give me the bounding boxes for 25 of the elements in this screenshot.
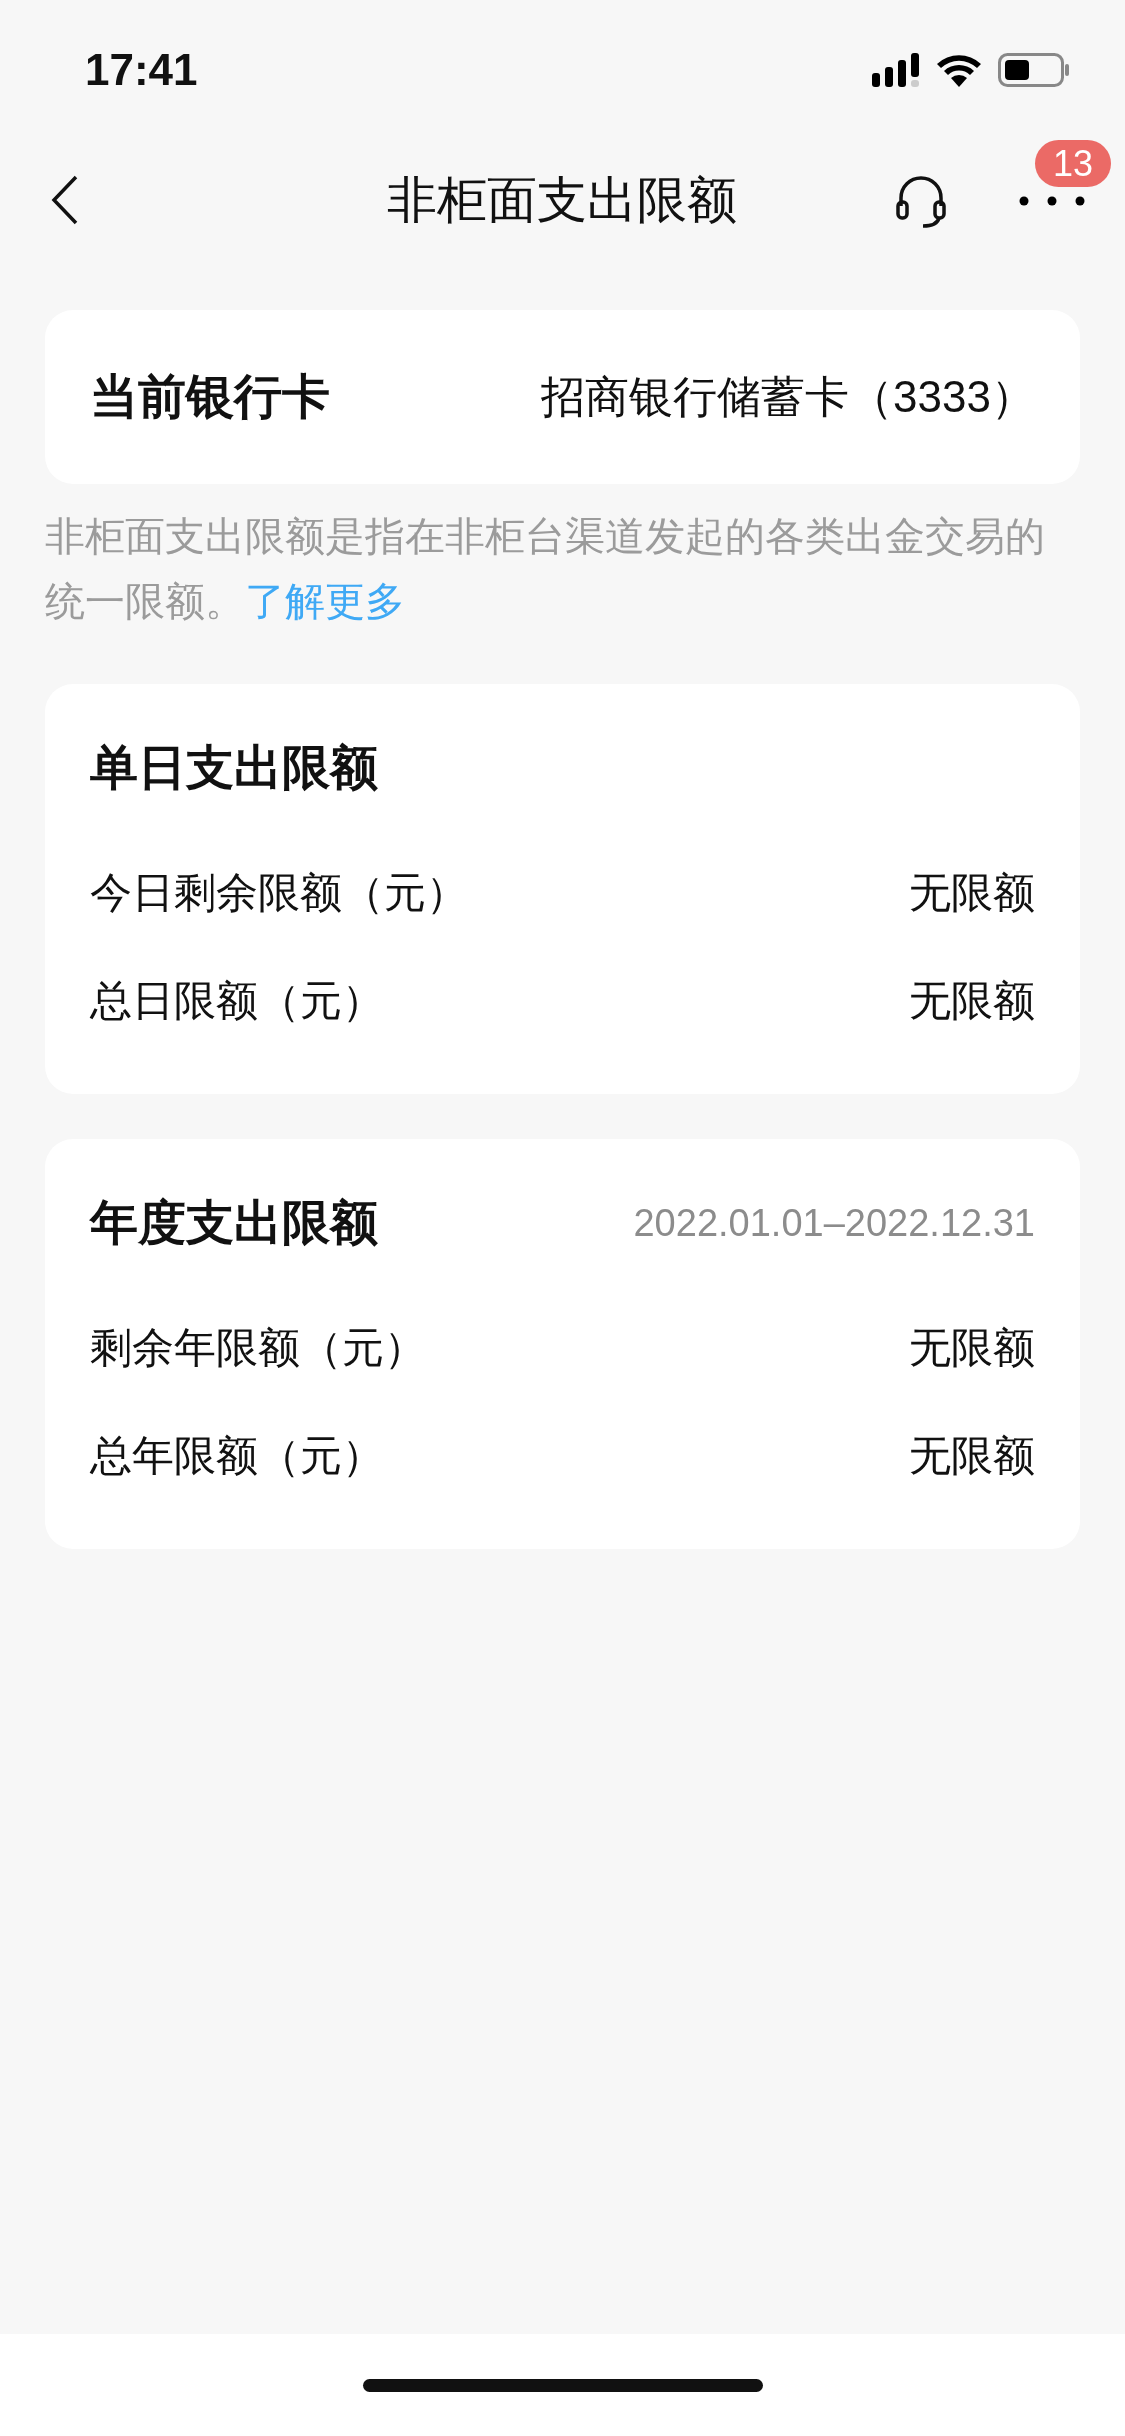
home-indicator[interactable]	[362, 2378, 763, 2392]
notification-badge: 13	[1034, 140, 1111, 188]
section-title: 年度支出限额	[90, 1195, 378, 1251]
limit-label: 总日限额（元）	[90, 975, 384, 1026]
learn-more-link[interactable]: 了解更多	[245, 579, 405, 623]
card-label: 当前银行卡	[90, 369, 330, 425]
description-text: 非柜面支出限额是指在非柜台渠道发起的各类出金交易的统一限额。了解更多	[45, 513, 1046, 625]
page-title: 非柜面支出限额	[386, 171, 737, 228]
back-icon	[50, 174, 80, 226]
wifi-icon	[936, 53, 982, 87]
limit-value: 无限额	[909, 975, 1035, 1026]
limit-label: 今日剩余限额（元）	[90, 867, 468, 918]
limit-value: 无限额	[909, 867, 1035, 918]
signal-icon	[872, 53, 920, 87]
card-value: 招商银行储蓄卡（3333）	[541, 371, 1035, 423]
date-range: 2022.01.01–2022.12.31	[633, 1200, 1035, 1246]
more-icon	[1019, 195, 1085, 206]
limit-label: 剩余年限额（元）	[90, 1322, 426, 1373]
status-time: 17:41	[85, 44, 198, 96]
section-title: 单日支出限额	[90, 740, 378, 796]
limit-label: 总年限额（元）	[90, 1430, 384, 1481]
limit-value: 无限额	[909, 1322, 1035, 1373]
limit-value: 无限额	[909, 1430, 1035, 1481]
battery-icon	[998, 53, 1070, 87]
back-button[interactable]	[50, 174, 80, 226]
